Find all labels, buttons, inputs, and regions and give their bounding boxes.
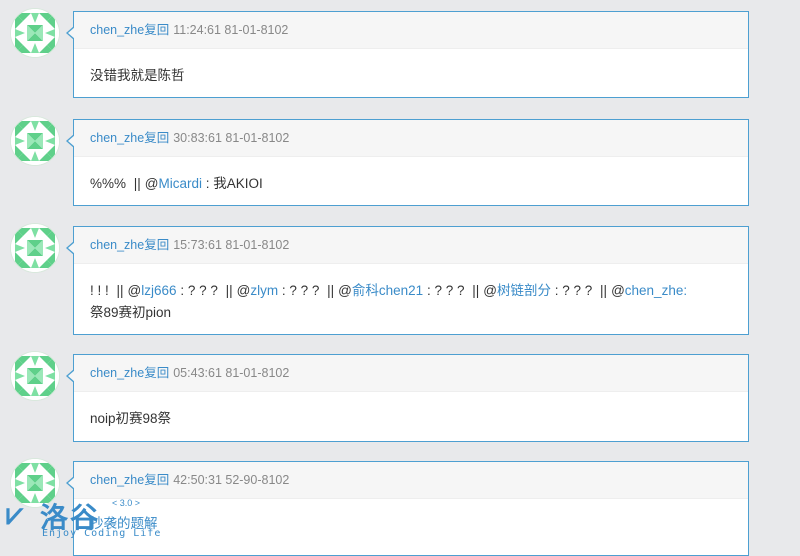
timestamp: 42:50:31 52-90-8102 [173, 473, 290, 487]
timestamp: 05:43:61 81-01-8102 [173, 366, 290, 380]
comment-card: chen_zhe复回 05:43:61 81-01-8102 noip初赛98祭 [66, 354, 749, 442]
mention-link[interactable]: lzj666 [141, 283, 176, 298]
comment-header: chen_zhe复回 30:83:61 81-01-8102 [74, 120, 748, 157]
avatar[interactable] [11, 9, 59, 57]
watermark-version: < 3.0 > [112, 498, 141, 508]
comment-body: 没错我就是陈哲 [90, 68, 185, 83]
avatar[interactable] [11, 117, 59, 165]
comment-card: chen_zhe复回 42:50:31 52-90-8102 抄袭的题解 [66, 461, 749, 556]
timestamp: 11:24:61 81-01-8102 [173, 23, 289, 37]
comment-header: chen_zhe复回 15:73:61 81-01-8102 [74, 227, 748, 264]
avatar-identicon-icon [11, 352, 59, 400]
comment-text: : 我AKIOI [205, 176, 263, 191]
mention-link[interactable]: 俞科chen21 [352, 283, 423, 298]
at-sign: @ [611, 283, 625, 298]
comment-line: ! ! ! || @lzj666 : ? ? ? || @zlym : ? ? ? … [90, 280, 732, 302]
username-link[interactable]: chen_zhe [90, 473, 144, 487]
mention-link[interactable]: chen_zhe: [625, 283, 687, 298]
at-sign: @ [338, 283, 352, 298]
at-sign: @ [127, 283, 142, 298]
reply-link[interactable]: 复回 [144, 238, 169, 252]
at-sign: @ [483, 283, 497, 298]
luogu-watermark: ⩗ 洛谷 < 3.0 > Enjoy Coding Life [6, 496, 166, 540]
separator: || [133, 176, 141, 191]
comment-text: : ? ? ? [426, 283, 465, 298]
avatar[interactable] [11, 224, 59, 272]
comment-body: ! ! ! || @lzj666 : ? ? ? || @zlym : ? ? ? … [74, 264, 748, 324]
username-link[interactable]: chen_zhe [90, 131, 144, 145]
comment-card: chen_zhe复回 11:24:61 81-01-8102 没错我就是陈哲 [66, 11, 749, 98]
timestamp: 30:83:61 81-01-8102 [173, 131, 290, 145]
mention-link[interactable]: Micardi [159, 176, 203, 191]
comment-header: chen_zhe复回 05:43:61 81-01-8102 [74, 355, 748, 392]
luogu-logo-icon: ⩗ [6, 498, 23, 531]
avatar[interactable] [11, 352, 59, 400]
separator: || [225, 283, 233, 298]
mention-link[interactable]: zlym [250, 283, 278, 298]
avatar-identicon-icon [11, 9, 59, 57]
comment-card: chen_zhe复回 30:83:61 81-01-8102 %%% || @Mic… [66, 119, 749, 206]
comment-text: ! ! ! [90, 283, 109, 298]
username-link[interactable]: chen_zhe [90, 238, 144, 252]
mention-link[interactable]: 树链剖分 [497, 283, 551, 298]
timestamp: 15:73:61 81-01-8102 [173, 238, 290, 252]
comment-text: %%% [90, 176, 127, 191]
reply-link[interactable]: 复回 [144, 473, 169, 487]
watermark-slogan: Enjoy Coding Life [42, 528, 162, 539]
comment-card: chen_zhe复回 15:73:61 81-01-8102 ! ! ! || @l… [66, 226, 749, 335]
username-link[interactable]: chen_zhe [90, 366, 144, 380]
avatar-identicon-icon [11, 117, 59, 165]
username-link[interactable]: chen_zhe [90, 23, 144, 37]
reply-link[interactable]: 复回 [144, 366, 169, 380]
separator: || [327, 283, 335, 298]
comment-text: : ? ? ? [281, 283, 320, 298]
comment-text: : ? ? ? [554, 283, 593, 298]
separator: || [472, 283, 480, 298]
comment-body: noip初赛98祭 [90, 411, 172, 426]
comment-body: 抄袭的题解 [74, 499, 748, 535]
comment-text: : ? ? ? [180, 283, 218, 298]
separator: || [600, 283, 608, 298]
reply-link[interactable]: 复回 [144, 131, 169, 145]
avatar-identicon-icon [11, 224, 59, 272]
separator: || [116, 283, 124, 298]
comment-line: 祭89赛初pion [90, 305, 172, 320]
at-sign: @ [236, 283, 251, 298]
comment-header: chen_zhe复回 42:50:31 52-90-8102 [74, 462, 748, 499]
comment-body: %%% || @Micardi : 我AKIOI [90, 176, 263, 191]
comment-header: chen_zhe复回 11:24:61 81-01-8102 [74, 12, 748, 49]
reply-link[interactable]: 复回 [144, 23, 169, 37]
